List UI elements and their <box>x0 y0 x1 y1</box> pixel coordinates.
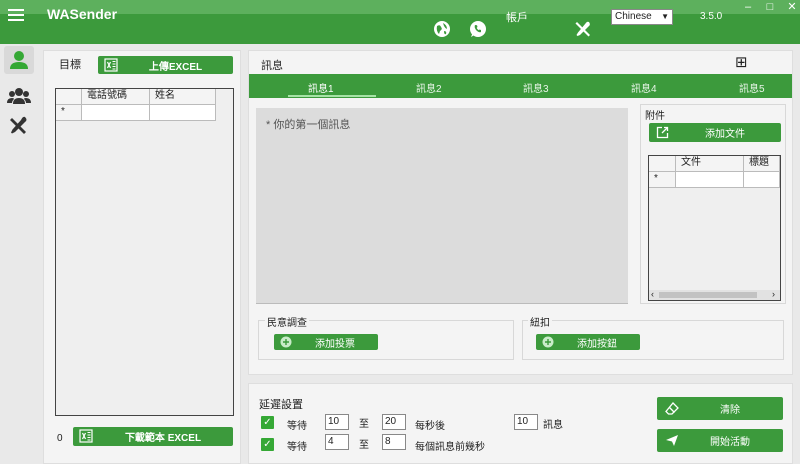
tab-message-3[interactable]: 訊息3 <box>523 80 549 95</box>
message-textarea[interactable]: * 你的第一個訊息 <box>256 108 628 304</box>
delay-row1-wait-label: 等待 <box>287 421 307 432</box>
close-button[interactable]: ✕ <box>784 0 800 14</box>
group-icon <box>7 88 31 104</box>
attachments-table[interactable]: 文件 標題 * ‹ › <box>648 155 781 301</box>
plus-circle-icon <box>542 336 554 348</box>
column-header-name[interactable]: 姓名 <box>150 89 216 105</box>
excel-icon <box>79 429 93 443</box>
maximize-button[interactable]: □ <box>762 0 778 14</box>
scroll-left-icon[interactable]: ‹ <box>651 289 654 299</box>
clear-button[interactable]: 清除 <box>657 397 783 420</box>
sidebar-item-groups[interactable] <box>4 82 34 110</box>
table-cell[interactable] <box>744 172 780 188</box>
message-placeholder: * 你的第一個訊息 <box>266 119 351 131</box>
column-header-phone[interactable]: 電話號碼 <box>82 89 150 105</box>
buttons-title: 紐扣 <box>528 314 552 329</box>
delay-row1-unit: 訊息 <box>543 420 563 431</box>
attachments-title: 附件 <box>645 111 665 122</box>
delay-row2-wait-label: 等待 <box>287 442 307 453</box>
tab-message-5[interactable]: 訊息5 <box>739 80 765 95</box>
hamburger-menu-icon[interactable] <box>8 6 24 24</box>
delay-row1-checkbox[interactable]: ✓ <box>261 416 274 429</box>
tab-message-2[interactable]: 訊息2 <box>416 80 442 95</box>
tools-icon <box>10 116 27 134</box>
sidebar-item-contact[interactable] <box>4 46 34 74</box>
sidebar-item-tools[interactable] <box>4 112 34 140</box>
globe-icon[interactable] <box>432 19 452 39</box>
tab-message-4[interactable]: 訊息4 <box>631 80 657 95</box>
target-count: 0 <box>57 433 63 444</box>
add-file-button[interactable]: 添加文件 <box>649 123 781 142</box>
delay-row1-suffix: 每秒後 <box>415 421 445 432</box>
new-row-marker: * <box>56 105 82 121</box>
column-header-caption[interactable]: 標題 <box>744 156 780 172</box>
targets-title: 目標 <box>59 59 81 71</box>
delay-row2-checkbox[interactable]: ✓ <box>261 438 274 451</box>
add-message-icon[interactable]: ⊞ <box>735 55 748 70</box>
delay-row2-to-input[interactable]: 8 <box>382 434 406 450</box>
scrollbar-thumb[interactable] <box>659 292 757 298</box>
download-template-button[interactable]: 下載範本 EXCEL <box>73 427 233 446</box>
table-corner <box>56 89 82 105</box>
delay-row1-from-input[interactable]: 10 <box>325 414 349 430</box>
start-campaign-button[interactable]: 開始活動 <box>657 429 783 452</box>
delay-row2-from-input[interactable]: 4 <box>325 434 349 450</box>
delay-row1-to-label: 至 <box>359 419 369 430</box>
tools-icon[interactable] <box>573 19 593 39</box>
window-title-bar <box>0 0 800 14</box>
delay-row2-suffix: 每個訊息前幾秒 <box>415 442 485 453</box>
targets-table[interactable]: 電話號碼 姓名 * <box>55 88 234 416</box>
tab-message-1[interactable]: 訊息1 <box>308 80 334 95</box>
upload-excel-button[interactable]: 上傳EXCEL <box>98 56 233 74</box>
minimize-button[interactable]: – <box>740 0 756 14</box>
external-link-icon <box>656 126 669 139</box>
language-select[interactable]: Chinese ▼ <box>611 9 673 25</box>
horizontal-scrollbar[interactable]: ‹ › <box>649 289 780 300</box>
delay-row1-count-input[interactable]: 10 <box>514 414 538 430</box>
plus-circle-icon <box>280 336 292 348</box>
whatsapp-icon[interactable] <box>468 19 488 39</box>
table-cell[interactable] <box>82 105 150 121</box>
delay-title: 延遲設置 <box>259 399 303 411</box>
active-tab-indicator <box>288 95 376 97</box>
version-label: 3.5.0 <box>700 11 723 22</box>
delay-row1-to-input[interactable]: 20 <box>382 414 406 430</box>
excel-icon <box>104 58 118 72</box>
person-icon <box>10 51 28 69</box>
table-cell[interactable] <box>150 105 216 121</box>
table-corner <box>649 156 676 172</box>
column-header-file[interactable]: 文件 <box>676 156 744 172</box>
add-button-button[interactable]: 添加按鈕 <box>536 334 640 350</box>
table-cell[interactable] <box>676 172 744 188</box>
delay-row2-to-label: 至 <box>359 440 369 451</box>
new-row-marker: * <box>649 172 676 188</box>
app-header <box>0 14 800 44</box>
app-title: WASender <box>47 6 118 22</box>
poll-title: 民意調查 <box>265 314 309 329</box>
scroll-right-icon[interactable]: › <box>772 289 775 299</box>
account-label[interactable]: 帳戶 <box>506 9 528 25</box>
add-poll-button[interactable]: 添加投票 <box>274 334 378 350</box>
message-title: 訊息 <box>261 60 283 72</box>
